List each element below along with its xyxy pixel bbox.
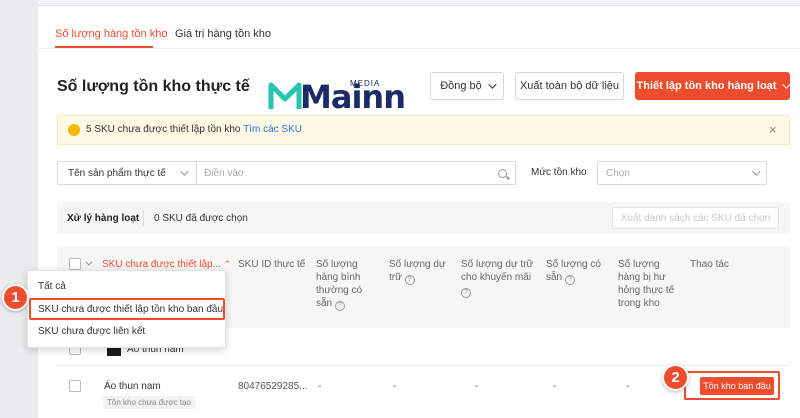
col-damaged-line: trong kho [618, 298, 660, 309]
col-reserved: Số lượng dự trữ ? [389, 258, 446, 285]
chevron-down-icon [752, 167, 761, 176]
col-promo-reserved: Số lượng dự trữ cho khuyến mãi ? [461, 258, 533, 298]
brand-logo-sub: MEDIA [350, 79, 381, 88]
sync-button[interactable]: Đồng bộ [430, 72, 504, 100]
bulk-setup-label: Thiết lập tồn kho hàng loạt [636, 80, 777, 92]
col-damaged-line: hàng bị hư [618, 272, 666, 283]
col-available-line: Số lượng có [546, 259, 601, 270]
col-damaged-line: Số lượng [618, 259, 660, 270]
tab-inventory-value[interactable]: Giá trị hàng tồn kho [175, 28, 271, 40]
search-input[interactable]: Điền vào [196, 161, 516, 185]
dropdown-item-no-initial-stock[interactable]: SKU chưa được thiết lập tồn kho ban đầu [38, 304, 223, 315]
page-title: Số lượng tồn kho thực tế [57, 78, 250, 95]
brand-logo-mark [268, 82, 302, 109]
col-available-line: sẵn [546, 272, 563, 283]
dropdown-item-all[interactable]: Tất cả [38, 281, 66, 292]
active-tab-indicator [55, 46, 153, 48]
search-icon[interactable] [498, 168, 507, 178]
col-available: Số lượng có sẵn ? [546, 258, 601, 285]
chevron-down-icon [487, 80, 497, 89]
available-cell: - [553, 381, 557, 392]
tabs-divider [38, 48, 800, 49]
alert-text: 5 SKU chưa được thiết lập tồn kho Tìm cá… [86, 124, 302, 135]
normal-qty-cell: - [318, 381, 322, 392]
checkbox-chevron-down-icon[interactable] [85, 257, 93, 269]
col-normal-qty-line: thường có [316, 285, 363, 296]
help-icon[interactable]: ? [564, 275, 575, 285]
export-all-label: Xuất toàn bộ dữ liệu [519, 80, 620, 92]
sku-status-filter-label: SKU chưa được thiết lập... [102, 259, 221, 270]
step-callout: 2 [662, 364, 689, 391]
dropdown-item-unlinked[interactable]: SKU chưa được liên kết [38, 326, 145, 337]
export-all-button[interactable]: Xuất toàn bộ dữ liệu [515, 72, 624, 100]
warning-icon [68, 124, 80, 136]
col-reserved-line: trữ [389, 272, 402, 283]
stock-level-placeholder: Chọn [606, 167, 630, 179]
col-normal-qty-line: hàng bình [316, 272, 361, 283]
product-field-select[interactable]: Tên sản phẩm thực tế [57, 161, 197, 185]
col-normal-qty: Số lượng hàng bình thường có sẵn ? [316, 258, 362, 311]
stock-level-label: Mức tồn kho [531, 167, 587, 178]
status-badge: Tồn kho chưa được tạo [103, 396, 195, 409]
col-actions: Thao tác [690, 259, 729, 270]
col-normal-qty-line: sẵn [316, 298, 333, 309]
col-sku-id: SKU ID thực tế [238, 259, 306, 270]
row-checkbox[interactable] [69, 380, 81, 392]
selected-count: 0 SKU đã được chọn [154, 213, 248, 224]
initial-stock-button[interactable]: Tồn kho ban đầu [700, 377, 774, 395]
bulk-divider [143, 210, 144, 226]
col-promo-reserved-line: Số lượng dự trữ [461, 259, 534, 270]
find-sku-link[interactable]: Tìm các SKU [243, 124, 302, 135]
chevron-down-icon [782, 80, 792, 89]
col-normal-qty-line: Số lượng [316, 259, 358, 270]
chevron-down-icon [180, 167, 189, 176]
select-all-checkbox[interactable] [69, 258, 81, 270]
help-icon[interactable]: ? [461, 288, 471, 298]
bulk-setup-button[interactable]: Thiết lập tồn kho hàng loạt [635, 72, 792, 100]
sync-label: Đồng bộ [440, 80, 482, 92]
help-icon[interactable]: ? [404, 275, 415, 285]
stock-level-select[interactable]: Chọn [597, 161, 767, 185]
reserved-cell: - [393, 381, 397, 392]
search-placeholder: Điền vào [204, 167, 244, 179]
bulk-action-title: Xử lý hàng loạt [67, 213, 140, 224]
close-icon[interactable]: × [769, 122, 777, 137]
col-reserved-line: Số lượng dự [389, 259, 446, 270]
alert-message: 5 SKU chưa được thiết lập tồn kho [86, 124, 241, 135]
col-damaged-line: hỏng thực tế [618, 285, 675, 296]
col-damaged: Số lượng hàng bị hư hỏng thực tế trong k… [618, 258, 674, 310]
promo-reserved-cell: - [475, 381, 479, 392]
help-icon[interactable]: ? [334, 301, 345, 311]
left-gutter [0, 0, 38, 418]
chevron-up-icon: ⌃ [223, 259, 232, 269]
sku-id-cell: 80476529285... [238, 381, 308, 392]
product-name: Áo thun nam [104, 381, 161, 392]
col-promo-reserved-line: cho khuyến mãi [461, 272, 532, 283]
tab-inventory-quantity[interactable]: Số lượng hàng tồn kho [55, 28, 167, 40]
damaged-cell: - [626, 381, 630, 392]
export-selected-button[interactable]: Xuất danh sách các SKU đã chọn [612, 207, 779, 229]
step-callout: 1 [2, 284, 29, 311]
product-field-value: Tên sản phẩm thực tế [68, 167, 166, 179]
